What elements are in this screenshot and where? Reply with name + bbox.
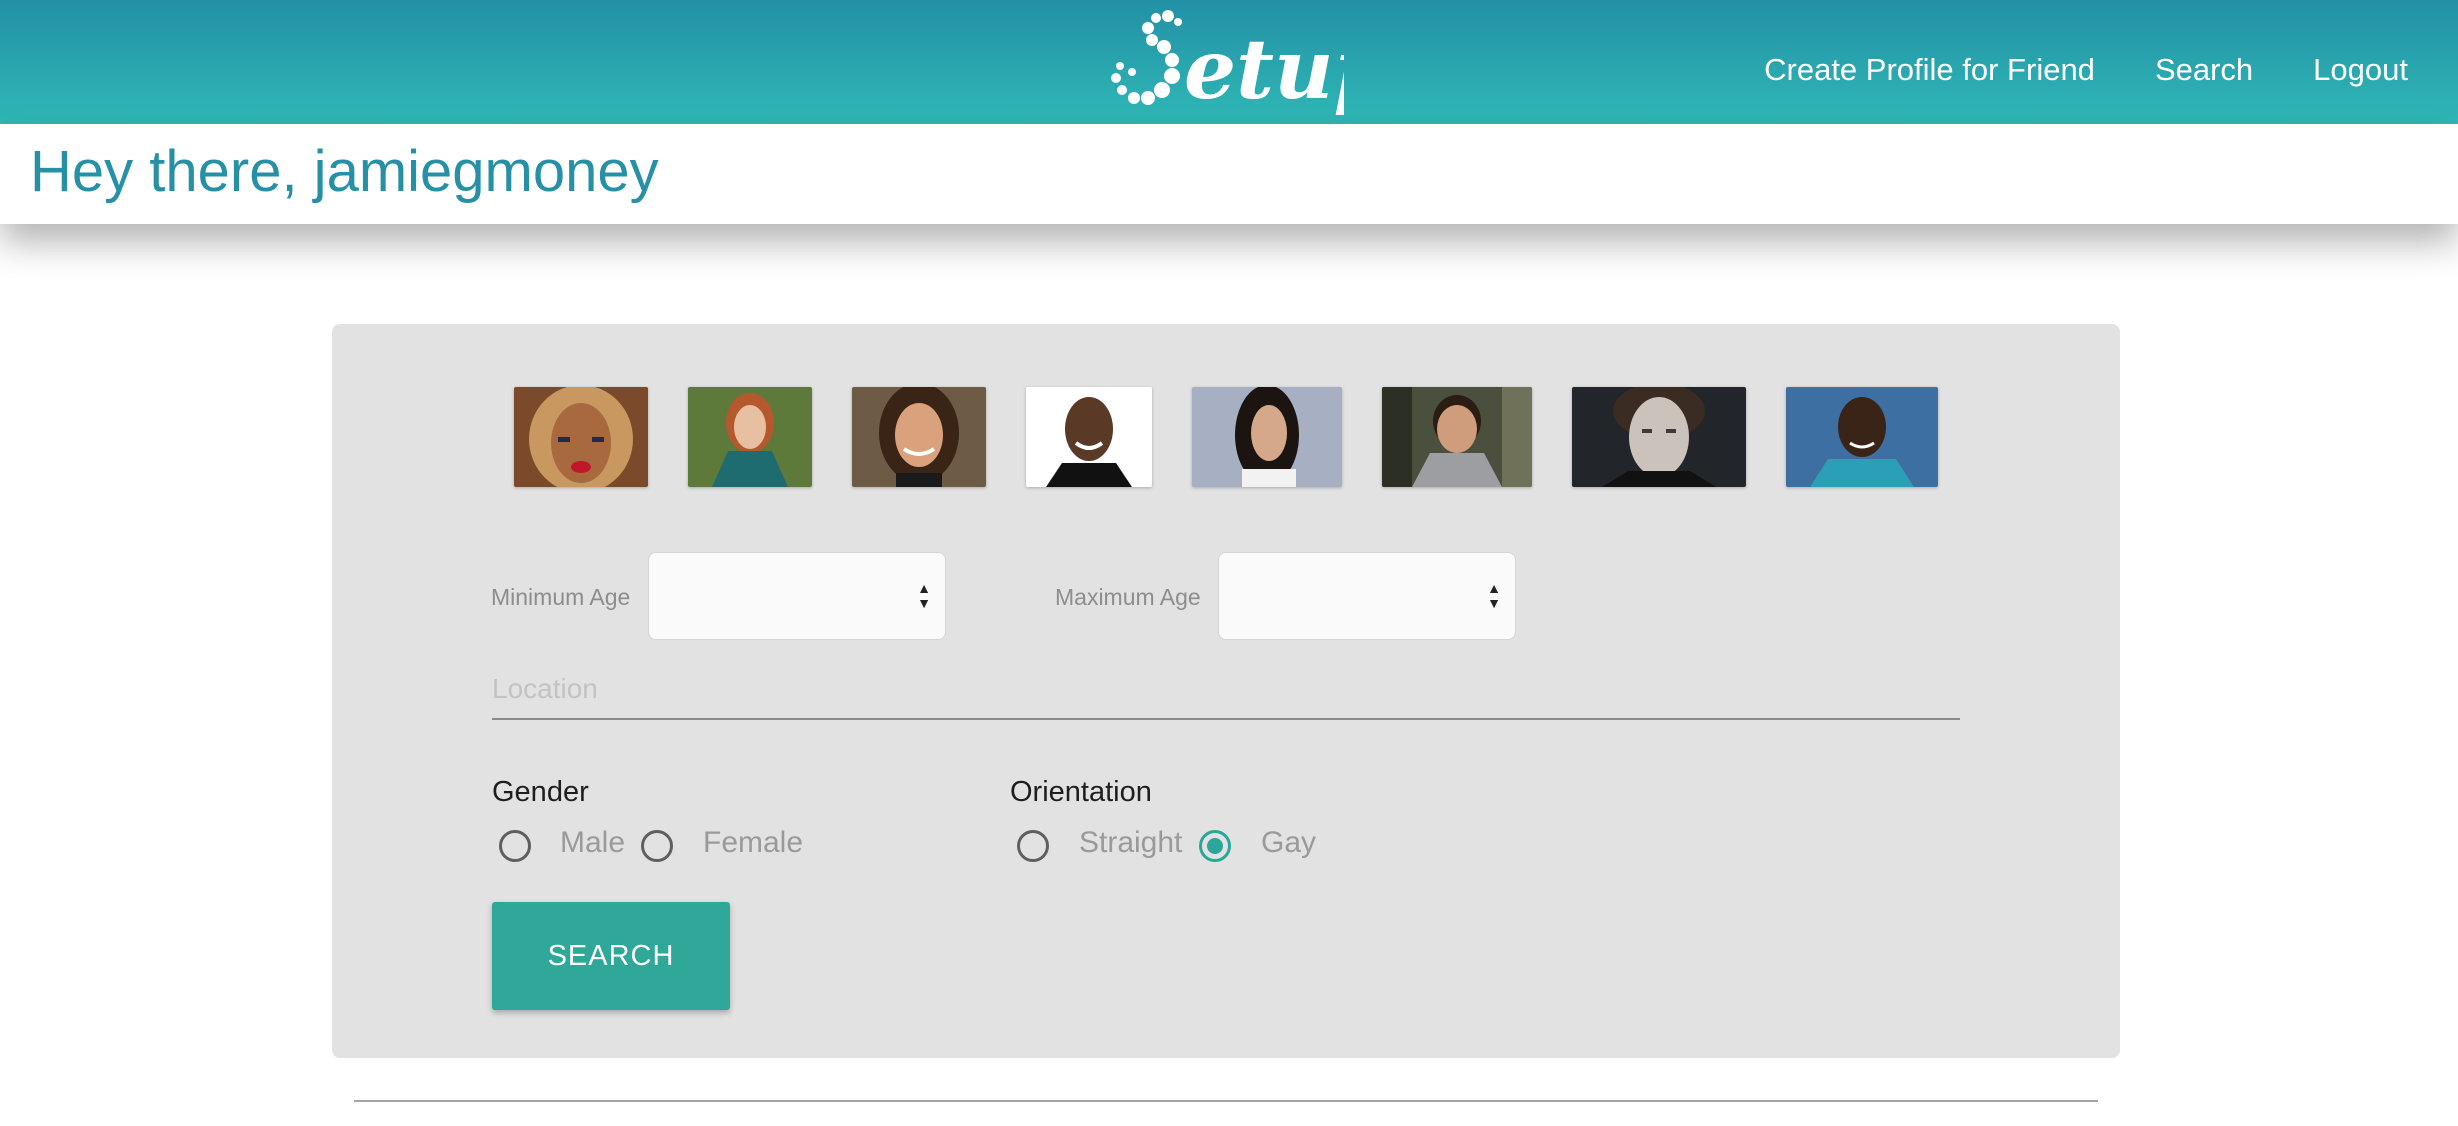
orientation-straight-label[interactable]: Straight — [1079, 826, 1182, 860]
orientation-gay-radio[interactable] — [1199, 830, 1231, 862]
setup-logo[interactable]: etup — [1108, 2, 1344, 122]
profile-photo-6[interactable] — [1382, 387, 1532, 487]
gender-label: Gender — [492, 776, 589, 808]
orientation-straight-radio[interactable] — [1017, 830, 1049, 862]
gender-male-label[interactable]: Male — [560, 826, 625, 860]
min-age-select[interactable]: ▲ ▼ — [648, 552, 946, 640]
top-navbar: etup Create Profile for Friend Search Lo… — [0, 0, 2458, 124]
greeting-bar: Hey there, jamiegmoney — [0, 124, 2458, 224]
search-button[interactable]: SEARCH — [492, 902, 730, 1010]
select-arrows-icon: ▲ ▼ — [917, 580, 931, 611]
profile-photo-strip — [332, 387, 2120, 487]
min-age-label: Minimum Age — [491, 584, 631, 610]
nav-create-profile-link[interactable]: Create Profile for Friend — [1764, 52, 2095, 88]
max-age-label: Maximum Age — [1055, 584, 1201, 610]
gender-female-radio[interactable] — [641, 830, 673, 862]
gender-female-label[interactable]: Female — [703, 826, 803, 860]
profile-photo-3[interactable] — [852, 387, 986, 487]
nav-links: Create Profile for Friend Search Logout — [1764, 0, 2408, 140]
nav-logout-link[interactable]: Logout — [2313, 52, 2408, 88]
profile-photo-4[interactable] — [1026, 387, 1152, 487]
nav-search-link[interactable]: Search — [2155, 52, 2253, 88]
select-arrows-icon: ▲ ▼ — [1487, 580, 1501, 611]
profile-photo-7[interactable] — [1572, 387, 1746, 487]
search-panel: Minimum Age ▲▼ Maximum Age ▲▼ Gender Mal… — [332, 324, 2120, 1058]
profile-photo-5[interactable] — [1192, 387, 1342, 487]
location-input[interactable] — [492, 660, 1960, 720]
gender-male-radio[interactable] — [499, 830, 531, 862]
svg-text:etup: etup — [1184, 22, 1344, 118]
section-divider — [354, 1100, 2098, 1102]
greeting-heading: Hey there, jamiegmoney — [30, 139, 659, 204]
max-age-select[interactable]: ▲ ▼ — [1218, 552, 1516, 640]
orientation-gay-label[interactable]: Gay — [1261, 826, 1316, 860]
orientation-label: Orientation — [1010, 776, 1152, 808]
profile-photo-2[interactable] — [688, 387, 812, 487]
profile-photo-8[interactable] — [1786, 387, 1938, 487]
profile-photo-1[interactable] — [514, 387, 648, 487]
